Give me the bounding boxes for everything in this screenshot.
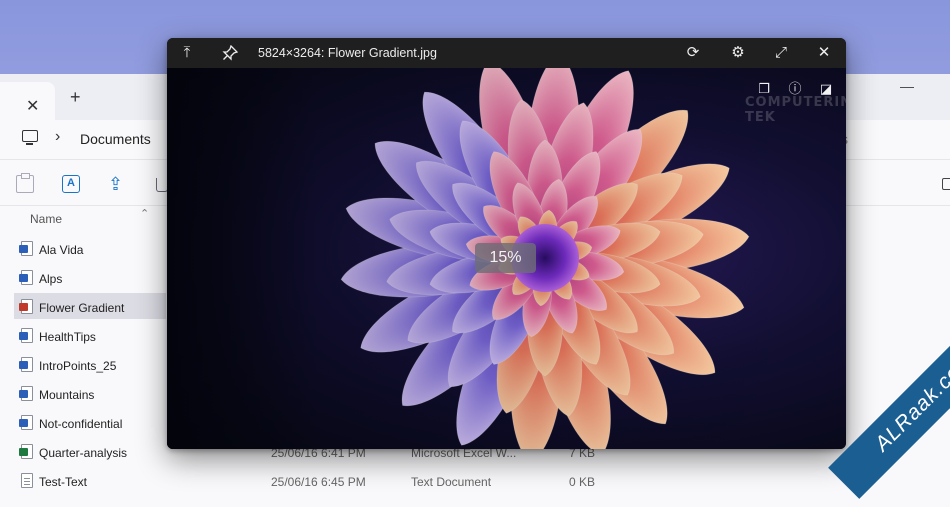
column-header-name[interactable]: Name: [30, 212, 62, 226]
file-type-badge: [19, 303, 28, 311]
file-type-badge: [19, 448, 28, 456]
file-type-badge: [19, 274, 28, 282]
viewer-title-bar: ⤒ 5824×3264: Flower Gradient.jpg ⟳ ⚙ ⤢ ✕: [167, 38, 846, 68]
sort-ascending-icon: ⌃: [140, 208, 150, 220]
text-line: [24, 478, 30, 479]
file-name: Not-confidential: [39, 417, 123, 431]
text-line: [24, 484, 30, 485]
excel-icon: [19, 444, 33, 459]
file-type-badge: [19, 332, 28, 340]
breadcrumb-chevron-icon[interactable]: ›: [55, 128, 60, 146]
file-type-badge: [19, 390, 28, 398]
image-watermark: COMPUTERING TEK: [745, 95, 846, 125]
text-file-icon: [21, 473, 33, 488]
word-doc-icon: [19, 241, 33, 256]
this-pc-icon[interactable]: [22, 130, 38, 145]
close-icon[interactable]: ✕: [813, 42, 835, 64]
file-date: 25/06/16 6:45 PM: [271, 475, 366, 489]
breadcrumb-documents[interactable]: Documents: [80, 131, 151, 147]
word-doc-icon: [19, 328, 33, 343]
word-doc-icon: [19, 386, 33, 401]
word-doc-icon: [19, 415, 33, 430]
new-tab-button[interactable]: +: [70, 87, 81, 108]
file-name: Alps: [39, 272, 63, 286]
info-icon[interactable]: ⓘ: [786, 80, 804, 98]
file-name: Flower Gradient: [39, 301, 125, 315]
share-icon[interactable]: ⇪: [108, 175, 126, 193]
tab-documents[interactable]: ✕: [0, 82, 55, 120]
minimize-button[interactable]: —: [900, 78, 914, 94]
flower-image[interactable]: COMPUTERING TEK ❐ ⓘ ◪ 15%: [167, 68, 846, 449]
view-options-icon[interactable]: [942, 178, 950, 190]
rotate-icon[interactable]: ⟳: [682, 42, 704, 64]
file-size: 0 KB: [569, 475, 596, 489]
file-name: IntroPoints_25: [39, 359, 117, 373]
file-name: Quarter-analysis: [39, 446, 128, 460]
scroll-to-top-icon[interactable]: ⤒: [176, 42, 198, 64]
paste-icon[interactable]: [16, 173, 34, 193]
file-type-badge: [19, 361, 28, 369]
file-name: Ala Vida: [39, 243, 84, 257]
word-doc-icon: [19, 270, 33, 285]
rename-icon[interactable]: A: [62, 175, 80, 193]
word-doc-icon: [19, 357, 33, 372]
copy-icon[interactable]: ❐: [755, 80, 773, 98]
file-name: HealthTips: [39, 330, 96, 344]
file-type: Text Document: [411, 475, 492, 489]
file-name: Test-Text: [39, 475, 88, 489]
settings-icon[interactable]: ⚙: [727, 42, 749, 64]
tab-close-icon[interactable]: ✕: [26, 96, 39, 116]
file-type-badge: [19, 419, 28, 427]
fullscreen-icon[interactable]: ⤢: [770, 42, 792, 64]
file-row[interactable]: Test-Text 25/06/16 6:45 PM Text Document 0 …: [0, 467, 950, 496]
zoom-level-indicator: 15%: [475, 243, 536, 273]
file-name: Mountains: [39, 388, 95, 402]
pin-icon[interactable]: [219, 42, 241, 64]
pdf-icon: [19, 299, 33, 314]
text-line: [24, 481, 30, 482]
file-type-badge: [19, 245, 28, 253]
image-viewer-window: ⤒ 5824×3264: Flower Gradient.jpg ⟳ ⚙ ⤢ ✕…: [167, 38, 846, 449]
viewer-title: 5824×3264: Flower Gradient.jpg: [258, 46, 437, 60]
more-options-icon[interactable]: ◪: [817, 80, 835, 98]
pin-icon-shape: [222, 44, 239, 61]
